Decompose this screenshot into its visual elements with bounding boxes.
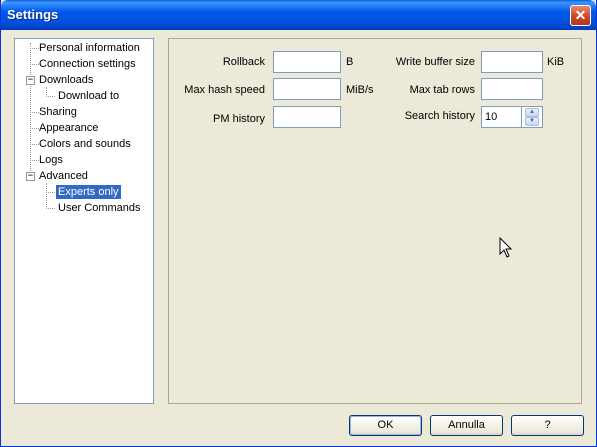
- tree-item-user-commands[interactable]: User Commands: [56, 201, 143, 215]
- experts-only-panel: Rollback B Max hash speed MiB/s PM histo…: [168, 38, 582, 404]
- tree-item-download-to[interactable]: Download to: [56, 89, 121, 103]
- max-hash-speed-value: [274, 83, 277, 95]
- pm-history-label: PM history: [213, 113, 265, 125]
- close-button[interactable]: ✕: [570, 5, 591, 26]
- max-tab-rows-label: Max tab rows: [409, 84, 475, 96]
- collapse-downloads-icon[interactable]: −: [26, 76, 35, 85]
- tree-item-appearance[interactable]: Appearance: [37, 121, 100, 135]
- tree-connector-line: [46, 183, 47, 209]
- tree-item-logs[interactable]: Logs: [37, 153, 65, 167]
- tree-item-colors-and-sounds[interactable]: Colors and sounds: [37, 137, 133, 151]
- window-title: Settings: [7, 7, 59, 22]
- collapse-advanced-icon[interactable]: −: [26, 172, 35, 181]
- tree-item-personal-information[interactable]: Personal information: [37, 41, 142, 55]
- tree-connector-line: [46, 192, 55, 193]
- pm-history-value: [274, 111, 277, 123]
- tree-item-sharing[interactable]: Sharing: [37, 105, 79, 119]
- pm-history-input[interactable]: [273, 106, 341, 128]
- tree-item-downloads[interactable]: Downloads: [37, 73, 95, 87]
- max-hash-speed-label: Max hash speed: [184, 84, 265, 96]
- search-history-input[interactable]: 10: [481, 106, 522, 128]
- write-buffer-size-unit: KiB: [547, 56, 565, 68]
- write-buffer-size-value: [482, 56, 485, 68]
- cancel-button[interactable]: Annulla: [430, 415, 503, 436]
- max-hash-speed-input[interactable]: [273, 78, 341, 100]
- settings-tree: − − Personal information Connection sett…: [14, 38, 154, 404]
- spin-down-icon[interactable]: ▼: [525, 117, 539, 126]
- tree-connector-line: [46, 208, 55, 209]
- title-bar[interactable]: Settings ✕: [1, 0, 596, 30]
- tree-item-advanced[interactable]: Advanced: [37, 169, 90, 183]
- max-tab-rows-value: [482, 83, 485, 95]
- tree-item-connection-settings[interactable]: Connection settings: [37, 57, 138, 71]
- search-history-value: 10: [485, 111, 498, 123]
- tree-item-experts-only[interactable]: Experts only: [56, 185, 121, 199]
- write-buffer-size-input[interactable]: [481, 51, 543, 73]
- mouse-cursor-icon: [499, 237, 513, 258]
- search-history-label: Search history: [404, 110, 475, 122]
- write-buffer-size-label: Write buffer size: [395, 56, 475, 68]
- max-hash-speed-unit: MiB/s: [346, 84, 374, 96]
- close-icon: ✕: [574, 7, 587, 23]
- max-tab-rows-input[interactable]: [481, 78, 543, 100]
- ok-button[interactable]: OK: [349, 415, 422, 436]
- rollback-input[interactable]: [273, 51, 341, 73]
- help-button[interactable]: ?: [511, 415, 584, 436]
- rollback-unit: B: [346, 56, 354, 68]
- spin-up-icon[interactable]: ▲: [525, 108, 539, 117]
- rollback-label: Rollback: [222, 56, 265, 68]
- rollback-value: [274, 56, 277, 68]
- tree-connector-line: [46, 96, 55, 97]
- search-history-spinner: ▲ ▼: [521, 106, 543, 128]
- settings-window: Settings ✕ − − Personal information Conn…: [0, 0, 597, 447]
